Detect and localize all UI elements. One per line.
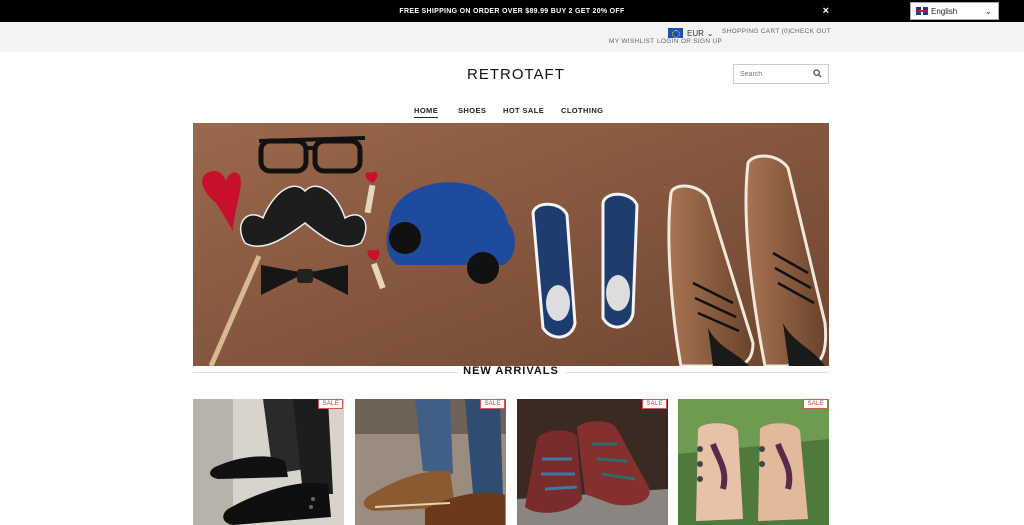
uk-flag-icon bbox=[916, 7, 928, 15]
site-logo[interactable]: RETROTAFT bbox=[467, 66, 565, 83]
nav-clothing[interactable]: CLOTHING bbox=[561, 106, 603, 118]
divider bbox=[565, 372, 829, 373]
search-icon[interactable] bbox=[813, 69, 822, 78]
close-icon[interactable]: × bbox=[820, 4, 832, 18]
wishlist-link[interactable]: MY WISHLIST bbox=[609, 38, 654, 45]
search-input[interactable] bbox=[740, 68, 810, 80]
sale-badge: SALE bbox=[480, 399, 505, 409]
login-link[interactable]: LOGIN OR SIGN UP bbox=[657, 38, 722, 45]
utility-bar: EUR ⌄ SHOPPING CART (0) CHECK OUT MY WIS… bbox=[0, 22, 1024, 52]
section-title: NEW ARRIVALS bbox=[463, 365, 559, 377]
chevron-down-icon: ⌄ bbox=[706, 28, 714, 38]
language-label: English bbox=[931, 6, 958, 16]
hero-banner[interactable] bbox=[193, 123, 829, 366]
sale-badge: SALE bbox=[318, 399, 343, 409]
product-image bbox=[355, 399, 506, 525]
language-select[interactable]: English ⌄ bbox=[910, 2, 999, 20]
eu-flag-icon bbox=[668, 28, 683, 38]
shopping-cart-link[interactable]: SHOPPING CART (0) bbox=[722, 28, 790, 35]
product-image bbox=[678, 399, 829, 525]
currency-label: EUR bbox=[687, 28, 704, 38]
product-card[interactable]: SALE bbox=[678, 399, 829, 525]
checkout-link[interactable]: CHECK OUT bbox=[790, 28, 831, 35]
search-box bbox=[733, 64, 829, 84]
chevron-down-icon: ⌄ bbox=[984, 6, 992, 16]
product-card[interactable]: SALE bbox=[517, 399, 668, 525]
product-card[interactable]: SALE bbox=[193, 399, 344, 525]
hero-image bbox=[193, 123, 829, 366]
nav-shoes[interactable]: SHOES bbox=[458, 106, 486, 118]
nav-hot-sale[interactable]: HOT SALE bbox=[503, 106, 544, 118]
sale-badge: SALE bbox=[642, 399, 667, 409]
promo-bar: FREE SHIPPING ON ORDER OVER $89.99 BUY 2… bbox=[0, 0, 1024, 22]
product-image bbox=[517, 399, 668, 525]
product-card[interactable]: SALE bbox=[355, 399, 506, 525]
nav-home[interactable]: HOME bbox=[414, 106, 439, 118]
sale-badge: SALE bbox=[803, 399, 828, 409]
product-image bbox=[193, 399, 344, 525]
promo-text: FREE SHIPPING ON ORDER OVER $89.99 BUY 2… bbox=[399, 7, 625, 15]
